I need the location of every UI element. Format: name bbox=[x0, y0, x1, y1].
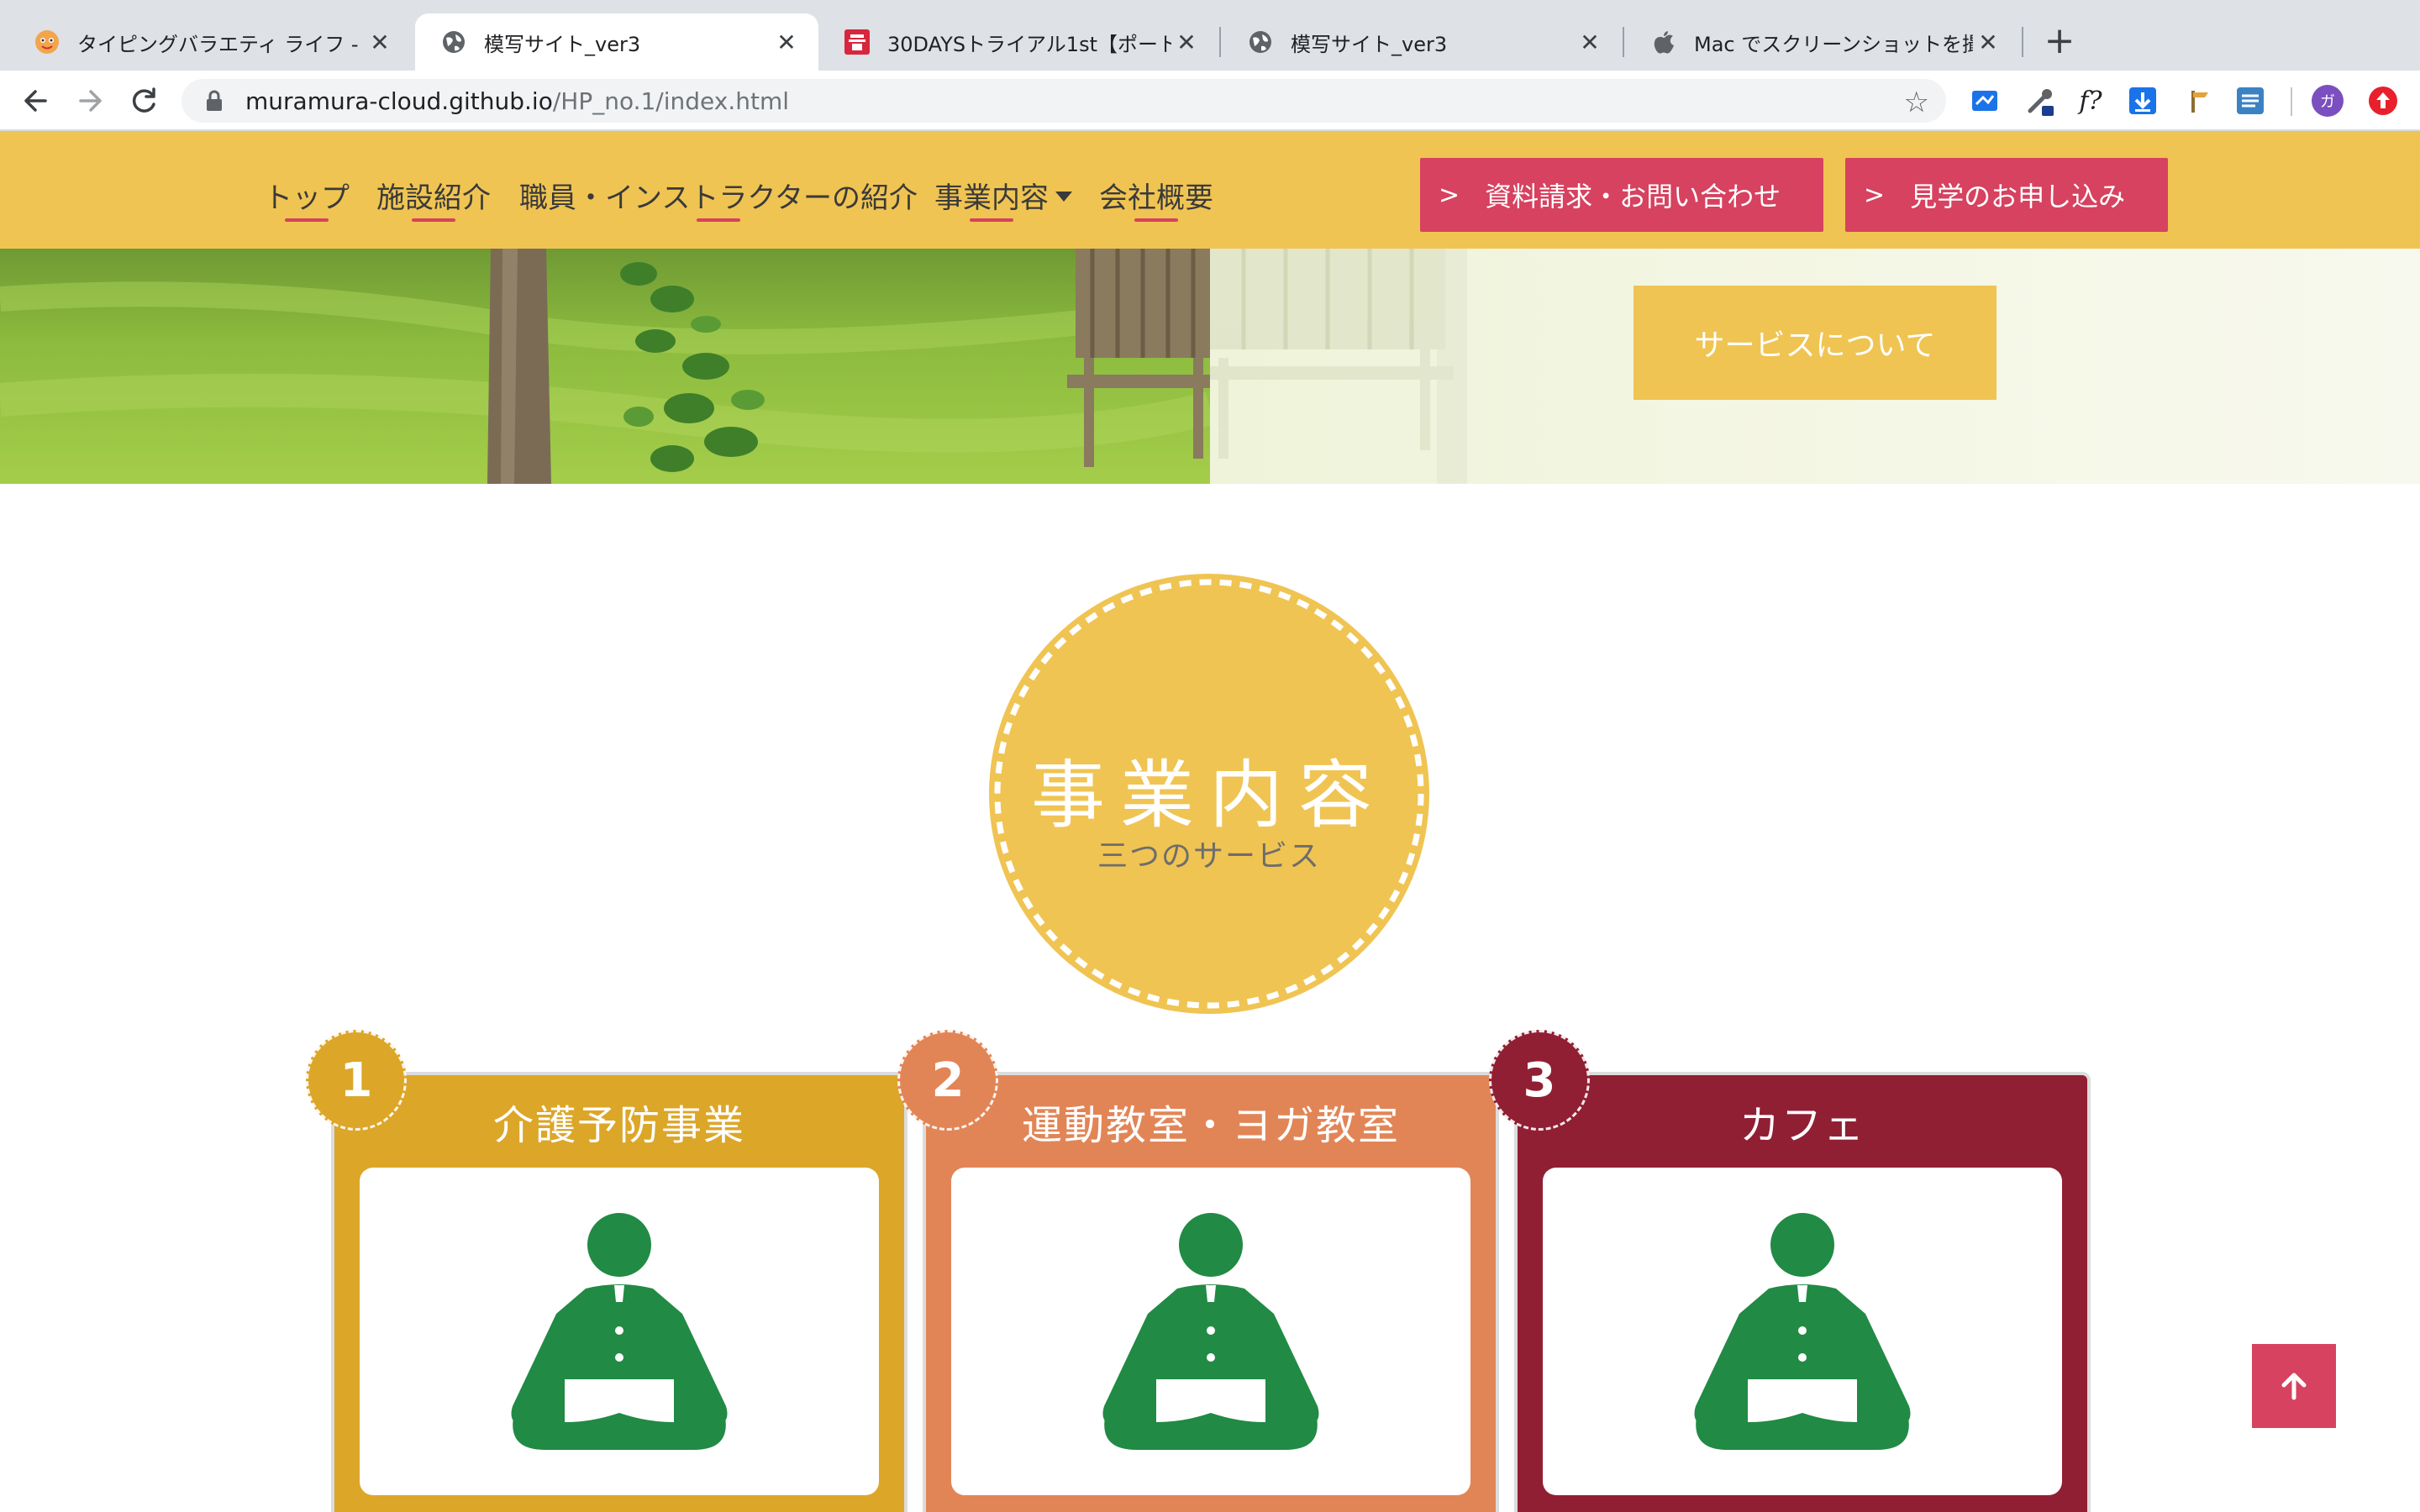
browser-toolbar: muramura-cloud.github.io/HP_no.1/index.h… bbox=[0, 71, 2420, 131]
tab-title: 模写サイト_ver3 bbox=[484, 32, 641, 56]
service-title: カフェ bbox=[1739, 1102, 1865, 1149]
arrow-up-icon bbox=[2281, 1373, 2307, 1400]
nav-label: 職員・インストラクターの紹介 bbox=[519, 181, 918, 215]
nav-link-company[interactable]: 会社概要 bbox=[1099, 175, 1213, 222]
back-to-top-button[interactable] bbox=[2252, 1344, 2336, 1428]
service-image bbox=[951, 1168, 1470, 1495]
browser-tab-30days[interactable]: 30DAYSトライアル1st【ポートフ ✕ bbox=[818, 13, 1218, 71]
nav-link-staff[interactable]: 職員・インストラクターの紹介 bbox=[519, 175, 918, 222]
tab-title: タイピングバラエティ ライフ - イ bbox=[77, 32, 365, 56]
tab-title: Mac でスクリーンショットを撮る bbox=[1694, 32, 1973, 56]
meditation-person-icon bbox=[1102, 1213, 1319, 1450]
back-button[interactable] bbox=[13, 79, 57, 123]
nav-label: 会社概要 bbox=[1099, 181, 1213, 215]
globe-icon bbox=[440, 29, 467, 55]
tab-close-icon[interactable]: ✕ bbox=[1575, 29, 1605, 56]
site-header: トップ 施設紹介 職員・インストラクターの紹介 事業内容 会社概要 > 資料請求… bbox=[0, 131, 2420, 249]
eyedropper-extension-icon[interactable] bbox=[2022, 82, 2059, 119]
tab-title: 模写サイト_ver3 bbox=[1291, 32, 1448, 56]
hero-banner: サービスについて bbox=[0, 249, 2420, 484]
caret-down-icon bbox=[1055, 191, 1072, 202]
browser-tab-typing[interactable]: タイピングバラエティ ライフ - イ ✕ bbox=[8, 13, 412, 71]
chevron-right-icon: > bbox=[1439, 180, 1460, 210]
toolbar-separator bbox=[2291, 87, 2292, 116]
nav-link-facility[interactable]: 施設紹介 bbox=[376, 175, 491, 222]
service-number-badge: 1 bbox=[306, 1030, 407, 1131]
cta-label: 見学のお申し込み bbox=[1910, 181, 2126, 213]
tab-separator bbox=[1623, 27, 1624, 57]
browser-tab-mac[interactable]: Mac でスクリーンショットを撮る ✕ bbox=[1625, 13, 2020, 71]
download-extension-icon[interactable] bbox=[2124, 82, 2161, 119]
nav-underline bbox=[696, 218, 740, 222]
cta-label: 資料請求・お問い合わせ bbox=[1485, 181, 1781, 213]
contact-request-button[interactable]: > 資料請求・お問い合わせ bbox=[1420, 158, 1823, 232]
nav-label: 施設紹介 bbox=[376, 181, 491, 215]
formula-extension-icon[interactable]: f? bbox=[2072, 82, 2109, 119]
service-number-badge: 2 bbox=[897, 1030, 998, 1131]
update-icon[interactable] bbox=[2365, 82, 2402, 119]
nav-underline bbox=[285, 218, 329, 222]
nav-link-services[interactable]: 事業内容 bbox=[934, 175, 1072, 222]
service-image bbox=[1543, 1168, 2062, 1495]
globe-icon bbox=[1247, 29, 1274, 55]
shop-icon bbox=[844, 29, 871, 55]
meditation-person-icon bbox=[1694, 1213, 1911, 1450]
tab-close-icon[interactable]: ✕ bbox=[771, 29, 802, 56]
address-bar[interactable]: muramura-cloud.github.io/HP_no.1/index.h… bbox=[182, 79, 1946, 123]
meditation-person-icon bbox=[511, 1213, 728, 1450]
section-subtitle: 三つのサービス bbox=[1097, 839, 1321, 874]
typing-game-icon bbox=[34, 29, 60, 55]
nav-underline bbox=[412, 218, 455, 222]
browser-tab-active[interactable]: 模写サイト_ver3 ✕ bbox=[415, 13, 818, 71]
reload-icon bbox=[132, 87, 155, 113]
tab-title: 30DAYSトライアル1st【ポートフ bbox=[887, 32, 1171, 56]
nav-link-top[interactable]: トップ bbox=[264, 175, 350, 222]
nav-underline bbox=[970, 218, 1013, 222]
tab-separator bbox=[1219, 27, 1221, 57]
new-tab-button[interactable]: + bbox=[2039, 22, 2081, 64]
star-icon[interactable]: ☆ bbox=[1904, 86, 1929, 119]
nav-label: トップ bbox=[264, 181, 350, 215]
arrow-left-icon bbox=[24, 90, 47, 112]
arrow-right-icon bbox=[79, 90, 102, 112]
reload-button[interactable] bbox=[123, 79, 166, 123]
park-photo bbox=[0, 249, 1210, 484]
about-services-button[interactable]: サービスについて bbox=[1634, 286, 1996, 400]
nav-underline bbox=[1134, 218, 1178, 222]
service-title: 運動教室・ヨガ教室 bbox=[1021, 1102, 1400, 1149]
service-title: 介護予防事業 bbox=[492, 1102, 745, 1149]
apple-icon bbox=[1650, 29, 1677, 55]
chevron-right-icon: > bbox=[1864, 180, 1886, 210]
url-host: muramura-cloud.github.io bbox=[245, 87, 553, 115]
screenshot-extension-icon[interactable] bbox=[1966, 82, 2003, 119]
url-path: /HP_no.1/index.html bbox=[552, 87, 790, 115]
service-image bbox=[360, 1168, 879, 1495]
section-title: 事業内容 bbox=[1030, 752, 1387, 838]
section-heading-badge: 事業内容 三つのサービス bbox=[986, 571, 1432, 1016]
service-number-badge: 3 bbox=[1489, 1030, 1590, 1131]
scribble-extension-icon[interactable] bbox=[2232, 82, 2269, 119]
forward-button[interactable] bbox=[69, 79, 113, 123]
browser-tab-copy[interactable]: 模写サイト_ver3 ✕ bbox=[1222, 13, 1622, 71]
tab-separator bbox=[2022, 27, 2023, 57]
profile-initial: ガ bbox=[2320, 93, 2335, 111]
service-card-3[interactable]: カフェ bbox=[1514, 1072, 2091, 1512]
browser-tab-strip: タイピングバラエティ ライフ - イ ✕ 模写サイト_ver3 ✕ 30DAYS… bbox=[0, 0, 2420, 71]
signpost-extension-icon[interactable] bbox=[2180, 82, 2217, 119]
service-card-2[interactable]: 運動教室・ヨガ教室 bbox=[923, 1072, 1499, 1512]
visit-request-button[interactable]: > 見学のお申し込み bbox=[1845, 158, 2168, 232]
tab-close-icon[interactable]: ✕ bbox=[1171, 29, 1202, 56]
service-card-1[interactable]: 介護予防事業 bbox=[331, 1072, 908, 1512]
tab-close-icon[interactable]: ✕ bbox=[365, 29, 395, 56]
tab-close-icon[interactable]: ✕ bbox=[1973, 29, 2003, 56]
profile-avatar[interactable]: ガ bbox=[2309, 82, 2346, 119]
nav-label: 事業内容 bbox=[934, 181, 1049, 215]
lock-icon bbox=[202, 88, 227, 113]
